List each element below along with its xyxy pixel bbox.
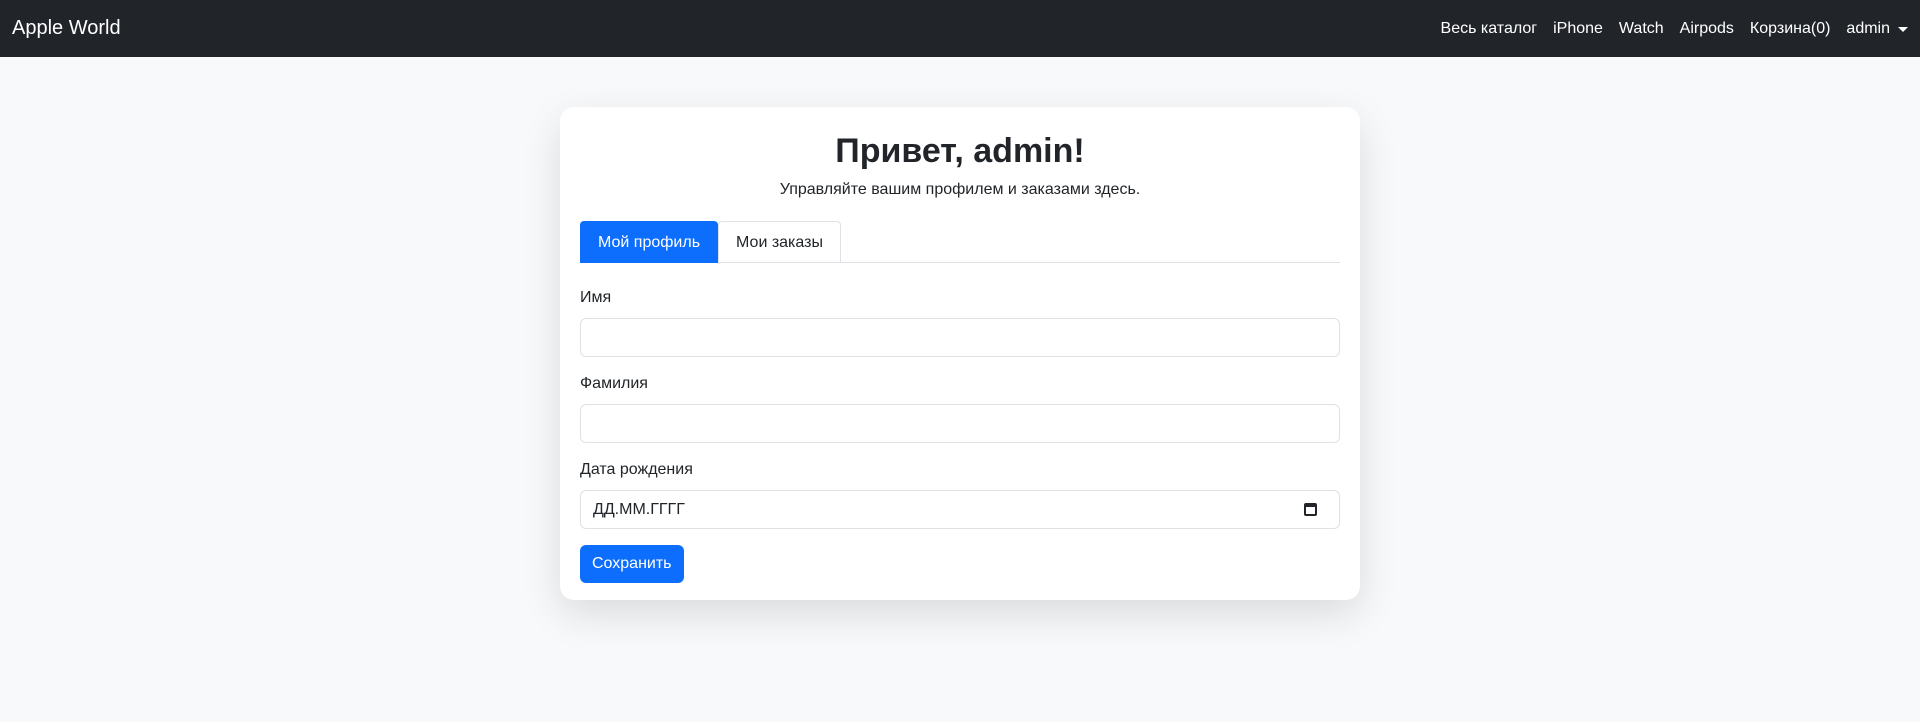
last-name-label: Фамилия bbox=[580, 375, 648, 392]
profile-tabs: Мой профиль Мои заказы bbox=[580, 221, 1340, 263]
page-title: Привет, admin! bbox=[835, 132, 1085, 170]
calendar-icon[interactable] bbox=[1304, 503, 1317, 516]
birth-date-group: Дата рождения ДД.ММ.ГГГГ bbox=[580, 461, 1340, 529]
top-navbar: Apple World Весь каталог iPhone Watch Ai… bbox=[0, 0, 1920, 57]
profile-card: Привет, admin! Управляйте вашим профилем… bbox=[560, 107, 1360, 600]
last-name-input[interactable] bbox=[580, 404, 1340, 443]
birth-date-label: Дата рождения bbox=[580, 461, 693, 478]
tab-my-orders[interactable]: Мои заказы bbox=[718, 221, 841, 263]
user-menu-dropdown[interactable]: admin bbox=[1846, 20, 1908, 38]
nav-link-cart[interactable]: Корзина(0) bbox=[1750, 20, 1831, 38]
nav-links: Весь каталог iPhone Watch Airpods Корзин… bbox=[1425, 20, 1908, 38]
first-name-label: Имя bbox=[580, 289, 612, 306]
nav-link-iphone[interactable]: iPhone bbox=[1553, 20, 1603, 38]
birth-date-placeholder: ДД.ММ.ГГГГ bbox=[593, 500, 685, 518]
page-subtitle: Управляйте вашим профилем и заказами зде… bbox=[779, 181, 1141, 198]
caret-down-icon bbox=[1898, 27, 1908, 32]
nav-link-airpods[interactable]: Airpods bbox=[1680, 20, 1734, 38]
first-name-input[interactable] bbox=[580, 318, 1340, 357]
nav-link-watch[interactable]: Watch bbox=[1619, 20, 1664, 38]
brand-logo-link[interactable]: Apple World bbox=[12, 17, 121, 40]
birth-date-input[interactable]: ДД.ММ.ГГГГ bbox=[580, 490, 1340, 529]
tab-my-profile[interactable]: Мой профиль bbox=[580, 221, 719, 263]
save-button[interactable]: Сохранить bbox=[580, 545, 684, 583]
last-name-group: Фамилия bbox=[580, 375, 1340, 443]
first-name-group: Имя bbox=[580, 289, 1340, 357]
nav-link-catalog[interactable]: Весь каталог bbox=[1441, 20, 1538, 38]
user-menu-label: admin bbox=[1846, 19, 1890, 37]
